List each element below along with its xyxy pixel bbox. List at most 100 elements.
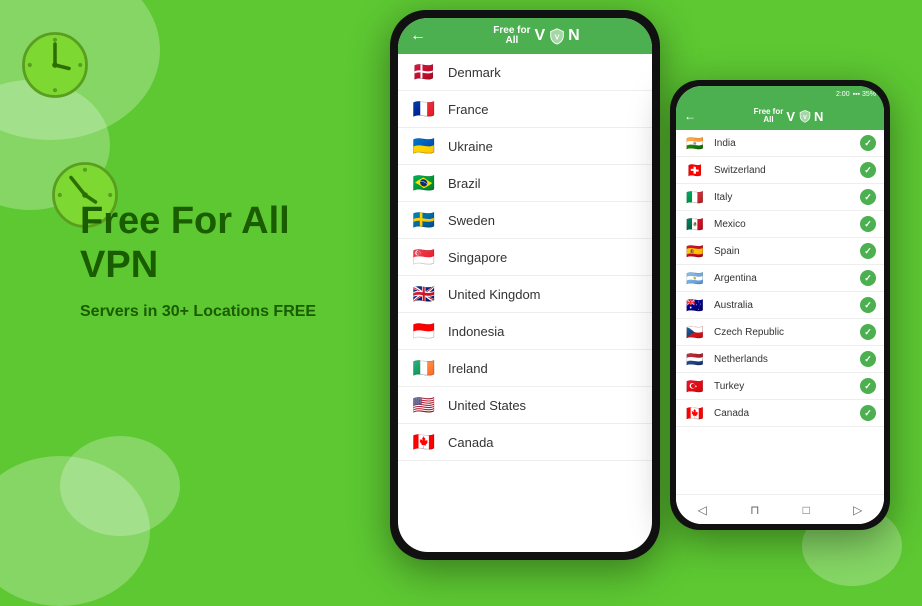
title-line2: VPN — [80, 244, 158, 286]
country-name-ireland: Ireland — [448, 361, 640, 376]
svg-text:V: V — [555, 33, 560, 42]
list-item[interactable]: 🇸🇪 Sweden — [398, 202, 652, 239]
list-item[interactable]: 🇲🇽 Mexico — [676, 211, 884, 238]
status-battery: ▪▪▪ 35% — [853, 91, 876, 98]
flag-canada: 🇨🇦 — [410, 432, 438, 452]
status-time: 2:00 — [836, 91, 850, 98]
list-item[interactable]: 🇬🇧 United Kingdom — [398, 276, 652, 313]
main-country-list: 🇩🇰 Denmark 🇫🇷 France 🇺🇦 Ukraine 🇧🇷 Brazi… — [398, 54, 652, 552]
list-item[interactable]: 🇮🇪 Ireland — [398, 350, 652, 387]
nav-forward-button[interactable]: ▷ — [853, 503, 862, 517]
app-title: Free For All VPN — [80, 200, 360, 287]
flag-mexico: 🇲🇽 — [684, 217, 706, 232]
flag-italy: 🇮🇹 — [684, 190, 706, 205]
vpn-label-main: V — [535, 27, 547, 45]
country-name-sweden: Sweden — [448, 213, 640, 228]
vpn-logo-secondary: V V N — [786, 109, 824, 124]
shield-icon-secondary: V — [798, 109, 812, 123]
flag-switzerland: 🇨🇭 — [684, 163, 706, 178]
nav-bookmark-button[interactable]: ⊓ — [750, 503, 759, 517]
list-item[interactable]: 🇧🇷 Brazil — [398, 165, 652, 202]
list-item[interactable]: 🇺🇦 Ukraine — [398, 128, 652, 165]
list-item[interactable]: 🇫🇷 France — [398, 91, 652, 128]
bottom-navigation: ◁ ⊓ □ ▷ — [676, 494, 884, 524]
list-item[interactable]: 🇩🇰 Denmark — [398, 54, 652, 91]
check-australia — [860, 297, 876, 313]
header-logo-main: Free for All V V N — [434, 26, 640, 46]
country-name-denmark: Denmark — [448, 65, 640, 80]
cloud-3 — [0, 456, 150, 606]
header-logo-secondary: Free for All V V N — [702, 108, 876, 124]
flag-australia: 🇦🇺 — [684, 298, 706, 313]
flag-denmark: 🇩🇰 — [410, 62, 438, 82]
flag-canada-sm: 🇨🇦 — [684, 406, 706, 421]
country-name-india: India — [714, 138, 852, 149]
list-item[interactable]: 🇨🇭 Switzerland — [676, 157, 884, 184]
flag-india: 🇮🇳 — [684, 136, 706, 151]
list-item[interactable]: 🇸🇬 Singapore — [398, 239, 652, 276]
flag-us: 🇺🇸 — [410, 395, 438, 415]
list-item[interactable]: 🇹🇷 Turkey — [676, 373, 884, 400]
left-content-area: Free For All VPN Servers in 30+ Location… — [80, 200, 360, 321]
country-name-italy: Italy — [714, 192, 852, 203]
nav-back-button[interactable]: ◁ — [698, 503, 707, 517]
flag-argentina: 🇦🇷 — [684, 271, 706, 286]
title-line1: Free For All — [80, 200, 290, 242]
check-india — [860, 135, 876, 151]
check-italy — [860, 189, 876, 205]
nav-square-button[interactable]: □ — [803, 503, 810, 517]
list-item[interactable]: 🇨🇦 Canada — [676, 400, 884, 427]
logo-text-bottom-main: All — [505, 36, 518, 46]
country-name-australia: Australia — [714, 300, 852, 311]
country-name-canada-sm: Canada — [714, 408, 852, 419]
list-item[interactable]: 🇪🇸 Spain — [676, 238, 884, 265]
app-subtitle: Servers in 30+ Locations FREE — [80, 303, 360, 321]
check-czech — [860, 324, 876, 340]
status-bar-secondary: 2:00 ▪▪▪ 35% — [676, 86, 884, 102]
main-phone-screen: ← Free for All V V N — [398, 18, 652, 552]
list-item[interactable]: 🇨🇦 Canada — [398, 424, 652, 461]
flag-sweden: 🇸🇪 — [410, 210, 438, 230]
vpn-logo-main: V V N — [535, 27, 581, 45]
check-switzerland — [860, 162, 876, 178]
country-name-us: United States — [448, 398, 640, 413]
list-item[interactable]: 🇮🇳 India — [676, 130, 884, 157]
check-netherlands — [860, 351, 876, 367]
main-phone-header: ← Free for All V V N — [398, 18, 652, 54]
secondary-phone: 2:00 ▪▪▪ 35% ← Free for All V V — [670, 80, 890, 530]
secondary-country-list: 🇮🇳 India 🇨🇭 Switzerland 🇮🇹 Italy 🇲🇽 Mexi… — [676, 130, 884, 494]
shield-icon-main: V — [548, 27, 566, 45]
flag-indonesia: 🇮🇩 — [410, 321, 438, 341]
check-spain — [860, 243, 876, 259]
list-item[interactable]: 🇳🇱 Netherlands — [676, 346, 884, 373]
country-name-singapore: Singapore — [448, 250, 640, 265]
list-item[interactable]: 🇺🇸 United States — [398, 387, 652, 424]
flag-ireland: 🇮🇪 — [410, 358, 438, 378]
list-item[interactable]: 🇮🇹 Italy — [676, 184, 884, 211]
flag-netherlands: 🇳🇱 — [684, 352, 706, 367]
vpn-label-secondary: V — [786, 109, 796, 124]
list-item[interactable]: 🇨🇿 Czech Republic — [676, 319, 884, 346]
country-name-france: France — [448, 102, 640, 117]
secondary-phone-screen: 2:00 ▪▪▪ 35% ← Free for All V V — [676, 86, 884, 524]
flag-singapore: 🇸🇬 — [410, 247, 438, 267]
back-button-main[interactable]: ← — [410, 27, 426, 45]
check-turkey — [860, 378, 876, 394]
country-name-uk: United Kingdom — [448, 287, 640, 302]
back-button-secondary[interactable]: ← — [684, 109, 696, 123]
logo-text-bottom-secondary: All — [763, 116, 773, 124]
flag-uk: 🇬🇧 — [410, 284, 438, 304]
flag-turkey: 🇹🇷 — [684, 379, 706, 394]
country-name-turkey: Turkey — [714, 381, 852, 392]
list-item[interactable]: 🇦🇺 Australia — [676, 292, 884, 319]
check-mexico — [860, 216, 876, 232]
country-name-brazil: Brazil — [448, 176, 640, 191]
country-name-spain: Spain — [714, 246, 852, 257]
flag-ukraine: 🇺🇦 — [410, 136, 438, 156]
list-item[interactable]: 🇦🇷 Argentina — [676, 265, 884, 292]
country-name-ukraine: Ukraine — [448, 139, 640, 154]
list-item[interactable]: 🇮🇩 Indonesia — [398, 313, 652, 350]
country-name-netherlands: Netherlands — [714, 354, 852, 365]
country-name-czech: Czech Republic — [714, 327, 852, 338]
flag-brazil: 🇧🇷 — [410, 173, 438, 193]
